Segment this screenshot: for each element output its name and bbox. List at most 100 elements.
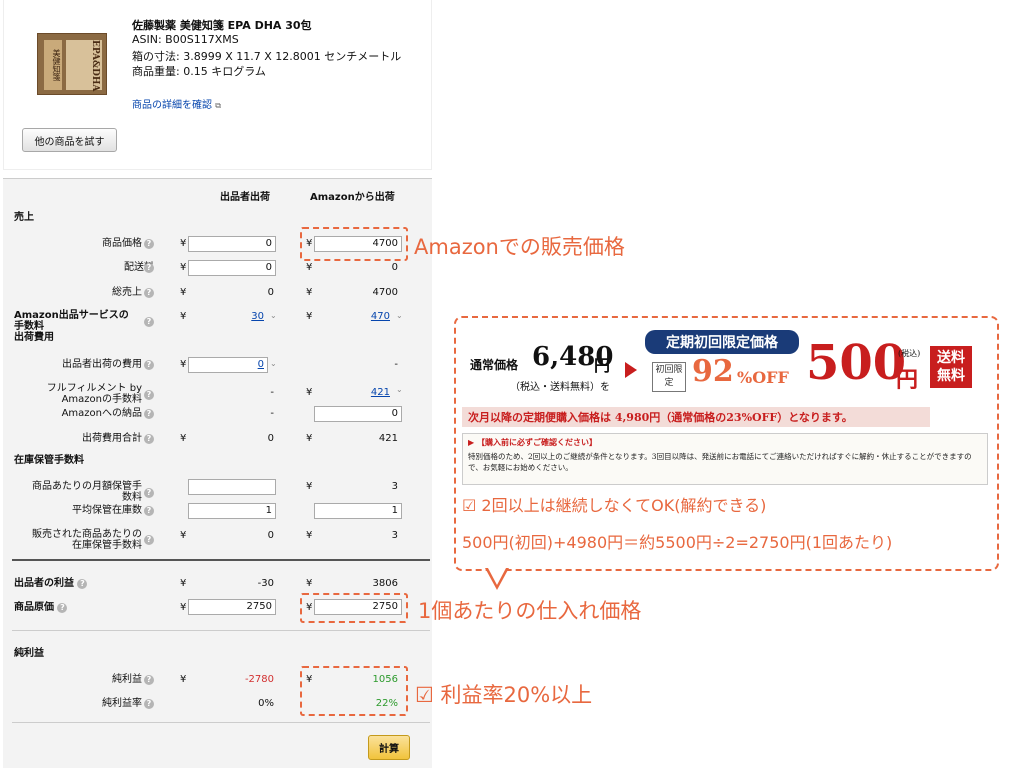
yen-sign: ¥ [306, 287, 313, 298]
yen-sign: ¥ [306, 530, 313, 541]
inbound-label: Amazonへの納品 [61, 408, 142, 419]
campaign-title-badge: 定期初回限定価格 [645, 330, 799, 354]
net-margin-label: 純利益率 [102, 698, 142, 709]
annotation-sale-price: Amazonでの販売価格 [414, 235, 625, 259]
calculate-button[interactable]: 計算 [368, 735, 410, 760]
product-asin: ASIN: B00S117XMS [132, 33, 239, 46]
total-sales-label: 総売上 [112, 287, 142, 298]
chevron-down-icon[interactable]: ⌄ [270, 359, 277, 368]
help-icon[interactable]: ? [144, 675, 154, 685]
discount-off: %OFF [737, 368, 789, 387]
item-price-seller-input[interactable]: 0 [188, 236, 276, 252]
notice-body: 特別価格のため、2回以上のご継続が条件となります。3回目以降は、発送前にお電話に… [468, 452, 972, 472]
yen-sign: ¥ [180, 359, 187, 370]
highlight-box-net [300, 666, 408, 716]
annotation-margin: ☑ 利益率20%以上 [415, 683, 593, 707]
notice-box: ▶ 【購入前に必ずご確認ください】 特別価格のため、2回以上のご継続が条件となり… [462, 433, 988, 485]
thumbnail-label-b: EPA&DHA [66, 40, 102, 91]
yen-sign: ¥ [180, 262, 187, 273]
monthly-storage-label-line2: 数料 [122, 492, 142, 503]
help-icon[interactable]: ? [77, 579, 88, 589]
divider [12, 630, 430, 631]
help-icon[interactable]: ? [144, 488, 154, 498]
fba-fee-label-line1: フルフィルメント by [46, 383, 142, 394]
sold-storage-label-line1: 販売された商品あたりの [32, 529, 142, 540]
shipping-seller-input[interactable]: 0 [188, 260, 276, 276]
avg-inventory-seller-input[interactable]: 1 [188, 503, 276, 519]
help-icon[interactable]: ? [144, 535, 154, 545]
divider [12, 559, 430, 561]
screenshot-root: 美健知箋 EPA&DHA 佐藤製薬 美健知箋 EPA DHA 30包 ASIN:… [0, 0, 1024, 768]
shipping-total-seller-value: 0 [267, 433, 274, 444]
shipping-amazon-value: 0 [391, 262, 398, 273]
seller-ship-cost-input[interactable]: 0 [188, 357, 268, 373]
avg-inventory-label: 平均保管在庫数 [72, 505, 142, 516]
notice-title: ▶ 【購入前に必ずご確認ください】 [468, 437, 597, 447]
fba-fee-amazon-link[interactable]: 421 [340, 387, 390, 398]
cost-seller-input[interactable]: 2750 [188, 599, 276, 615]
help-icon[interactable]: ? [144, 317, 154, 327]
yen-sign: ¥ [180, 433, 187, 444]
cost-label: 商品原価 ? [14, 602, 68, 613]
help-icon[interactable]: ? [144, 699, 154, 709]
help-icon[interactable]: ? [144, 434, 154, 444]
help-icon[interactable]: ? [144, 390, 154, 400]
arrow-right-icon [625, 362, 637, 378]
product-thumbnail: 美健知箋 EPA&DHA [37, 33, 107, 95]
section-shipping-cost: 出荷費用 [14, 332, 54, 343]
monthly-storage-seller-input[interactable] [188, 479, 276, 495]
campaign-price-unit: 円 [896, 367, 919, 393]
seller-profit-label: 出品者の利益 ? [14, 578, 88, 589]
inbound-amazon-input[interactable]: 0 [314, 406, 402, 422]
monthly-storage-amazon-value: 3 [391, 481, 398, 492]
product-dimensions: 箱の寸法: 3.8999 X 11.7 X 12.8001 センチメートル [132, 50, 402, 63]
section-amazon-fees-line1: Amazon出品サービスの [14, 310, 129, 321]
try-other-product-button[interactable]: 他の商品を試す [22, 128, 117, 152]
seller-ship-cost-label: 出品者出荷の費用 [62, 359, 142, 370]
avg-inventory-amazon-input[interactable]: 1 [314, 503, 402, 519]
item-price-label: 商品価格 [102, 238, 142, 249]
sold-storage-seller-value: 0 [267, 530, 274, 541]
help-icon[interactable]: ? [144, 288, 154, 298]
help-icon[interactable]: ? [144, 263, 154, 273]
seller-profit-seller-value: -30 [257, 578, 274, 589]
regular-price-unit: 円 [594, 356, 611, 375]
yen-sign: ¥ [306, 433, 313, 444]
chevron-down-icon[interactable]: ⌄ [270, 311, 277, 320]
net-profit-label: 純利益 [112, 674, 142, 685]
shipping-total-label: 出荷費用合計 [82, 433, 142, 444]
yen-sign: ¥ [306, 481, 313, 492]
yen-sign: ¥ [306, 262, 313, 273]
net-profit-seller-value: -2780 [244, 674, 274, 685]
product-summary: 美健知箋 EPA&DHA 佐藤製薬 美健知箋 EPA DHA 30包 ASIN:… [3, 0, 432, 170]
fees-seller-link[interactable]: 30 [214, 311, 264, 322]
annotation-calc-note: 500円(初回)+4980円＝約5500円÷2=2750円(1回あたり) [462, 533, 893, 552]
yen-sign: ¥ [180, 238, 187, 249]
help-icon[interactable]: ? [144, 506, 154, 516]
fees-amazon-link[interactable]: 470 [340, 311, 390, 322]
column-header-amazon: Amazonから出荷 [310, 192, 395, 203]
annotation-purchase-price: 1個あたりの仕入れ価格 [418, 599, 642, 623]
seller-profit-amazon-value: 3806 [372, 578, 398, 589]
chevron-down-icon[interactable]: ⌄ [396, 385, 403, 394]
section-storage-fees: 在庫保管手数料 [14, 455, 84, 466]
product-weight: 商品重量: 0.15 キログラム [132, 65, 266, 78]
help-icon[interactable]: ? [144, 360, 154, 370]
product-detail-link[interactable]: 商品の詳細を確認 ⧉ [132, 96, 221, 111]
shipping-total-amazon-value: 421 [378, 433, 398, 444]
first-time-tag: 初回限定 [652, 362, 686, 392]
help-icon[interactable]: ? [144, 409, 154, 419]
total-sales-amazon-value: 4700 [372, 287, 398, 298]
thumbnail-label-a: 美健知箋 [44, 40, 62, 90]
net-margin-seller-value: 0% [258, 698, 274, 709]
inbound-seller-value: - [270, 408, 274, 419]
monthly-storage-label-line1: 商品あたりの月額保管手 [32, 481, 142, 492]
help-icon[interactable]: ? [144, 239, 154, 249]
chevron-down-icon[interactable]: ⌄ [396, 311, 403, 320]
highlight-box-cost [300, 593, 408, 623]
column-header-seller: 出品者出荷 [220, 192, 270, 203]
fba-fee-label-line2: Amazonの手数料 [61, 394, 142, 405]
tax-note: （税込・送料無料）を [510, 382, 610, 393]
help-icon[interactable]: ? [57, 603, 68, 613]
yen-sign: ¥ [180, 674, 187, 685]
